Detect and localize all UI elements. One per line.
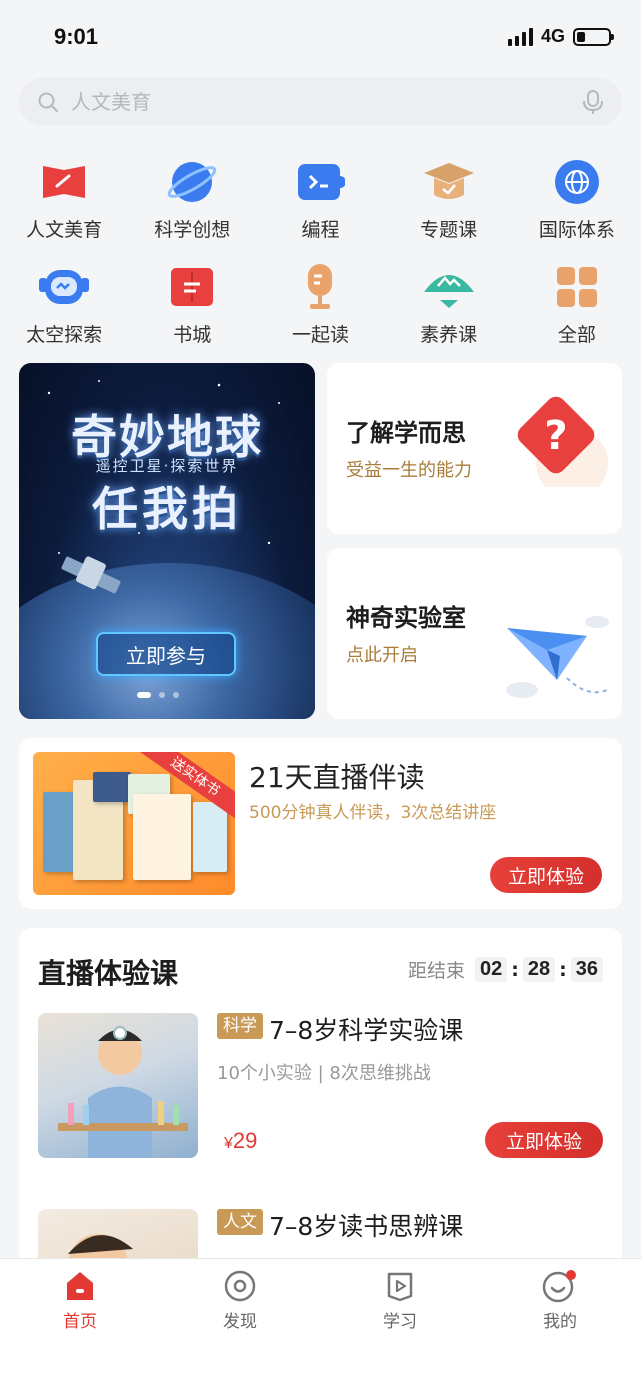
promo-card-about[interactable]: 了解学而思 受益一生的能力 ? (327, 363, 622, 534)
graduation-cap-icon (422, 155, 476, 209)
quick-menu-item-humanities[interactable]: 人文美育 (0, 155, 128, 242)
quick-menu-label: 太空探索 (26, 324, 103, 346)
search-icon (38, 92, 58, 112)
paper-plane-icon (506, 616, 609, 698)
quick-menu-item-science[interactable]: 科学创想 (128, 155, 256, 242)
course-title: 7–8岁科学实验课 (269, 1016, 464, 1045)
quick-menu-item-international[interactable]: 国际体系 (513, 155, 641, 242)
quick-menu-label: 编程 (301, 219, 340, 241)
section-title: 直播体验课 (38, 957, 179, 990)
countdown-seconds: 36 (570, 957, 603, 982)
network-type: 4G (540, 26, 565, 46)
promo-card-lab[interactable]: 神奇实验室 点此开启 (327, 548, 622, 719)
globe-icon (550, 155, 604, 209)
quick-menu-item-bookstore[interactable]: 书城 (128, 260, 256, 347)
quick-menu-label: 科学创想 (154, 219, 231, 241)
tab-label: 发现 (223, 1312, 257, 1332)
signal-icon (507, 27, 533, 46)
play-icon (387, 1272, 413, 1302)
planet-icon (165, 155, 219, 209)
robot-icon (37, 260, 91, 314)
quick-menu-label: 一起读 (291, 324, 349, 346)
carousel-indicator (137, 692, 179, 698)
quick-menu-item-literacy[interactable]: 素养课 (385, 260, 513, 347)
tab-bar: 首页 发现 学习 我的 (0, 1258, 641, 1387)
promo-card-subtitle: 受益一生的能力 (346, 460, 472, 481)
tab-label: 首页 (63, 1312, 97, 1332)
quick-menu-label: 书城 (173, 324, 212, 346)
promo-card-title: 了解学而思 (346, 419, 466, 447)
grid-icon (550, 260, 604, 314)
microphone-icon[interactable] (582, 89, 604, 115)
tab-study[interactable]: 学习 (350, 1269, 450, 1332)
course-tag: 人文 (217, 1209, 263, 1235)
reading-plan-card[interactable]: 送实体书 21天直播伴读 500分钟真人伴读，3次总结讲座 立即体验 (19, 738, 622, 909)
countdown-timer: 距结束 02 : 28 : 36 (408, 956, 603, 983)
quick-menu-item-space[interactable]: 太空探索 (0, 260, 128, 347)
quick-menu-item-read-together[interactable]: 一起读 (256, 260, 384, 347)
quick-menu: 人文美育 科学创想 编程 专题课 国际体系 太空探索 书城 一起读 素养课 全部 (0, 155, 641, 347)
status-indicators: 4G (507, 26, 614, 47)
books-image: 送实体书 (33, 752, 235, 895)
svg-text:?: ? (544, 413, 567, 459)
battery-icon (573, 27, 614, 46)
question-mark-icon: ? (517, 396, 608, 487)
tab-mine[interactable]: 我的 (510, 1269, 610, 1332)
course-image (38, 1013, 198, 1158)
tab-discover[interactable]: 发现 (190, 1269, 290, 1332)
home-icon (67, 1272, 93, 1300)
quick-menu-item-coding[interactable]: 编程 (256, 155, 384, 242)
try-now-button[interactable]: 立即体验 (490, 857, 602, 893)
promo-card-subtitle: 点此开启 (346, 645, 418, 666)
tab-label: 我的 (543, 1312, 577, 1332)
countdown-minutes: 28 (522, 957, 556, 982)
search-bar[interactable] (19, 78, 622, 126)
profile-icon (542, 1270, 576, 1303)
countdown-label: 距结束 (408, 960, 466, 982)
course-subtitle: 10个小实验 | 8次思维挑战 (217, 1063, 431, 1084)
microphone-icon (293, 260, 347, 314)
course-image (38, 1209, 198, 1258)
live-trial-section: 直播体验课 距结束 02 : 28 : 36 科学 7–8岁科学实验课 10个小… (19, 928, 622, 1258)
compass-icon (224, 1270, 256, 1302)
book-icon (165, 260, 219, 314)
search-input[interactable] (71, 90, 582, 114)
status-time: 9:01 (54, 24, 99, 49)
flag-icon (37, 155, 91, 209)
reading-plan-title: 21天直播伴读 (249, 761, 425, 794)
promo-card-title: 神奇实验室 (346, 604, 466, 632)
course-tag: 科学 (217, 1013, 263, 1039)
code-icon (293, 155, 347, 209)
quick-menu-item-topics[interactable]: 专题课 (385, 155, 513, 242)
quick-menu-label: 素养课 (420, 324, 478, 346)
quick-menu-item-all[interactable]: 全部 (513, 260, 641, 347)
earth-banner[interactable]: 奇妙地球 遥控卫星·探索世界 任我拍 立即参与 (19, 363, 315, 719)
quick-menu-label: 全部 (557, 324, 596, 346)
join-now-button[interactable]: 立即参与 (96, 632, 236, 676)
quick-menu-label: 人文美育 (26, 219, 103, 241)
quick-menu-label: 专题课 (420, 219, 478, 241)
try-now-button[interactable]: 立即体验 (485, 1122, 603, 1158)
course-price: ¥29 (224, 1128, 258, 1153)
tab-label: 学习 (383, 1312, 417, 1332)
quick-menu-label: 国际体系 (538, 219, 615, 241)
banner-title-2: 任我拍 (92, 482, 242, 536)
mountain-icon (422, 260, 476, 314)
tab-home[interactable]: 首页 (30, 1269, 130, 1332)
course-title: 7–8岁读书思辨课 (269, 1212, 464, 1241)
countdown-hours: 02 (475, 957, 508, 982)
notification-dot (566, 1270, 576, 1280)
reading-plan-subtitle: 500分钟真人伴读，3次总结讲座 (249, 803, 497, 823)
